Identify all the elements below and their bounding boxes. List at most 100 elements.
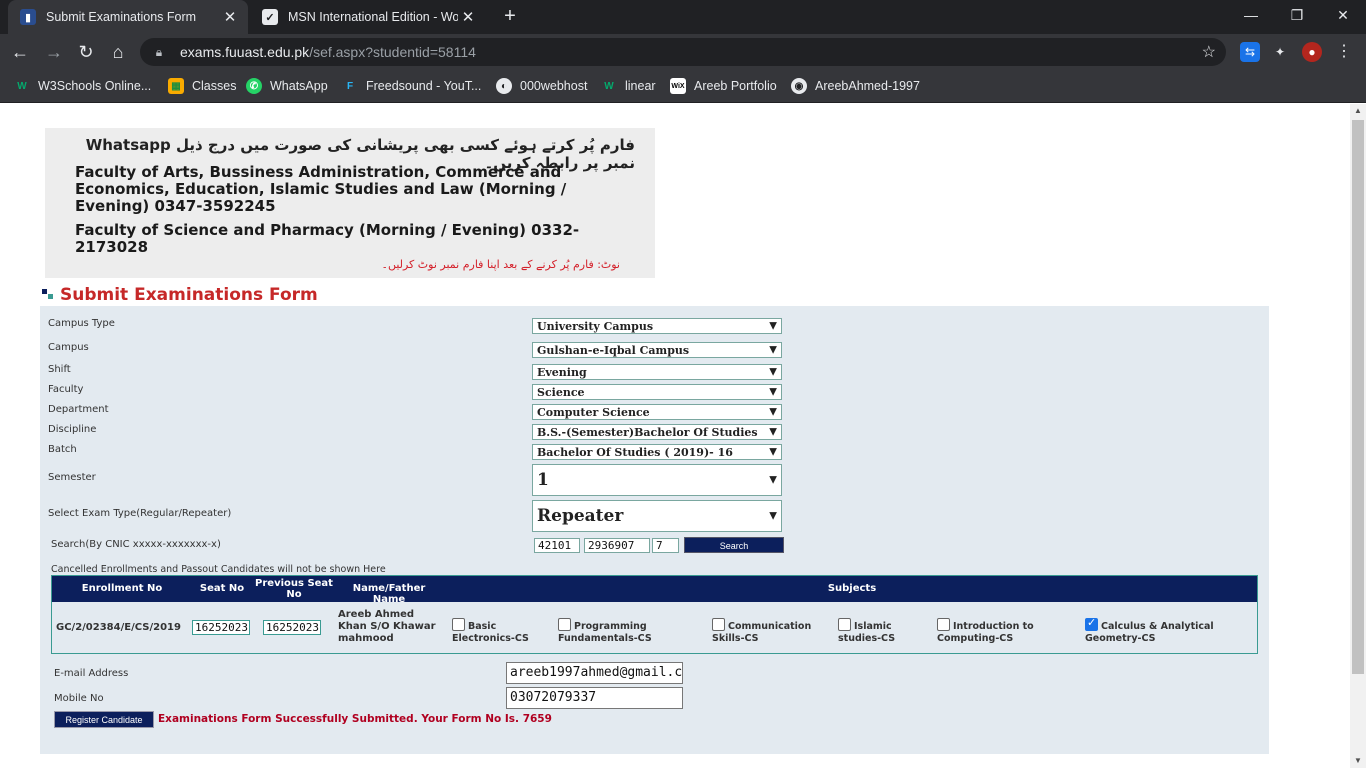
cnic-part1-input[interactable]: 42101 [534,538,580,553]
home-icon[interactable]: ⌂ [104,38,132,66]
subject-checkbox[interactable] [937,618,950,631]
scrollbar-thumb[interactable] [1352,120,1364,674]
subject-communication-skills[interactable]: Communication Skills-CS [712,618,822,645]
puzzle-extensions-icon[interactable]: ✦ [1270,42,1290,62]
url-domain: exams.fuuast.edu.pk [180,44,310,60]
faculty-select[interactable]: Science ▼ [532,384,782,400]
campus-type-select[interactable]: University Campus ▼ [532,318,782,334]
bookmarks-bar: W W3Schools Online... ▦ Classes ✆ WhatsApp … [0,70,1366,103]
profile-avatar-icon[interactable]: ● [1302,42,1322,62]
email-field[interactable]: areeb1997ahmed@gmail.co [506,662,683,684]
forward-icon[interactable]: → [40,38,68,66]
fuuast-favicon-icon: ▮ [20,9,36,25]
bookmark-whatsapp[interactable]: ✆ WhatsApp [246,76,328,96]
subject-introduction-to-computing[interactable]: Introduction to Computing-CS [937,618,1057,645]
bookmark-w3schools[interactable]: W W3Schools Online... [14,76,151,96]
grid-header: Enrollment No Seat No Previous Seat No N… [52,576,1257,605]
reload-icon[interactable]: ↻ [72,38,100,66]
register-candidate-button[interactable]: Register Candidate [54,711,154,728]
campus-select[interactable]: Gulshan-e-Iqbal Campus ▼ [532,342,782,358]
discipline-value: B.S.-(Semester)Bachelor Of Studies [537,425,758,439]
subject-checkbox[interactable] [558,618,571,631]
cnic-part3-input[interactable]: 7 [652,538,679,553]
mobile-field[interactable]: 03072079337 [506,687,683,709]
bookmark-star-icon[interactable]: ☆ [1202,42,1216,62]
chevron-down-icon: ▼ [769,406,777,418]
bookmark-github[interactable]: ◉ AreebAhmed-1997 [791,76,920,96]
bookmark-areeb-portfolio[interactable]: WiX Areeb Portfolio [670,76,777,96]
semester-select[interactable]: 1 ▼ [532,464,782,496]
freedsound-icon: F [346,80,354,92]
previous-seat-no-input[interactable]: 16252023 [263,620,321,635]
exam-type-select[interactable]: Repeater ▼ [532,500,782,532]
chevron-down-icon: ▼ [769,426,777,438]
address-bar[interactable]: 🔒︎ exams.fuuast.edu.pk/sef.aspx?studenti… [140,38,1226,66]
subject-checkbox[interactable] [838,618,851,631]
close-tab-icon[interactable]: ✕ [458,8,478,26]
tab-submit-examinations[interactable]: ▮ Submit Examinations Form ✕ [8,0,248,34]
bookmark-label: linear [625,79,656,93]
scroll-up-arrow-icon[interactable]: ▲ [1350,104,1366,118]
name-header: Name/Father Name [352,583,426,605]
url-path: /sef.aspx?studentid=58114 [309,44,476,60]
new-tab-icon[interactable]: + [498,4,522,28]
enrollment-cell: GC/2/02384/E/CS/2019 [56,622,181,633]
bookmark-label: WhatsApp [270,79,328,93]
banner-science-contact: Faculty of Science and Pharmacy (Morning… [75,221,580,256]
tab-msn[interactable]: ✓ MSN International Edition - Worl ✕ [250,0,486,34]
bookmark-linear[interactable]: Wlinear [601,76,656,96]
subject-programming-fundamentals[interactable]: Programming Fundamentals-CS [558,618,670,645]
browser-toolbar: ← → ↻ ⌂ 🔒︎ exams.fuuast.edu.pk/sef.aspx?… [0,34,1366,70]
window-close-icon[interactable]: ✕ [1320,0,1366,30]
cnic-part2-input[interactable]: 2936907 [584,538,650,553]
department-label: Department [48,404,109,415]
department-select[interactable]: Computer Science ▼ [532,404,782,420]
enrollment-header: Enrollment No [81,583,163,594]
subject-label: Introduction to Computing-CS [937,621,1034,644]
faculty-label: Faculty [48,384,84,395]
subject-checkbox[interactable] [452,618,465,631]
seat-no-input[interactable]: 16252023 [192,620,250,635]
msn-favicon-icon: ✓ [262,9,278,25]
success-message: Examinations Form Successfully Submitted… [158,713,552,725]
bookmark-000webhost[interactable]: ◐ 000webhost [496,76,587,96]
bookmark-label: Classes [192,79,237,93]
batch-select[interactable]: Bachelor Of Studies ( 2019)- 16 ▼ [532,444,782,460]
subject-basic-electronics[interactable]: Basic Electronics-CS [452,618,548,645]
restore-icon[interactable]: ❐ [1274,0,1320,30]
chevron-down-icon: ▼ [769,510,777,522]
subject-islamic-studies[interactable]: Islamic studies-CS [838,618,922,645]
page-title: Submit Examinations Form [60,285,318,305]
mobile-label: Mobile No [54,693,104,704]
subject-calculus-analytical-geometry[interactable]: Calculus & Analytical Geometry-CS [1085,617,1235,645]
bookmark-label: W3Schools Online... [38,79,152,93]
subject-checkbox-checked[interactable] [1085,617,1098,631]
scroll-down-arrow-icon[interactable]: ▼ [1350,754,1366,768]
minimize-icon[interactable]: — [1228,0,1274,30]
exam-form-panel: Campus Type University Campus ▼ Campus Gu… [40,306,1269,754]
bookmark-freedsound[interactable]: F Freedsound - YouT... [342,76,481,96]
discipline-label: Discipline [48,424,97,435]
search-button[interactable]: Search [684,537,784,553]
chevron-down-icon: ▼ [769,386,777,398]
cnic-search-label: Search(By CNIC xxxxx-xxxxxxx-x) [51,539,221,550]
page-scrollbar[interactable]: ▲ ▼ [1350,104,1366,768]
page-content: فارم پُر کرتے ہوئے کسی بھی پریشانی کی صو… [0,104,1350,768]
menu-kebab-icon[interactable]: ⋮ [1334,42,1354,62]
back-icon[interactable]: ← [6,38,34,66]
discipline-select[interactable]: B.S.-(Semester)Bachelor Of Studies ▼ [532,424,782,440]
subject-checkbox[interactable] [712,618,725,631]
email-label: E-mail Address [54,668,129,679]
github-icon: ◉ [791,78,807,94]
subjects-header: Subjects [827,583,877,594]
faculty-value: Science [537,385,585,399]
subject-label: Calculus & Analytical Geometry-CS [1085,621,1214,644]
shift-select[interactable]: Evening ▼ [532,364,782,380]
subjects-grid: Enrollment No Seat No Previous Seat No N… [51,575,1258,654]
tab-strip: ▮ Submit Examinations Form ✕ ✓ MSN Inter… [0,0,1366,34]
extension-icon[interactable]: ⇆ [1240,42,1260,62]
close-tab-icon[interactable]: ✕ [220,8,240,26]
bookmark-classes[interactable]: ▦ Classes [168,76,236,96]
subject-label: Programming Fundamentals-CS [558,621,652,644]
banner-arts-contact: Faculty of Arts, Bussiness Administratio… [75,163,567,215]
